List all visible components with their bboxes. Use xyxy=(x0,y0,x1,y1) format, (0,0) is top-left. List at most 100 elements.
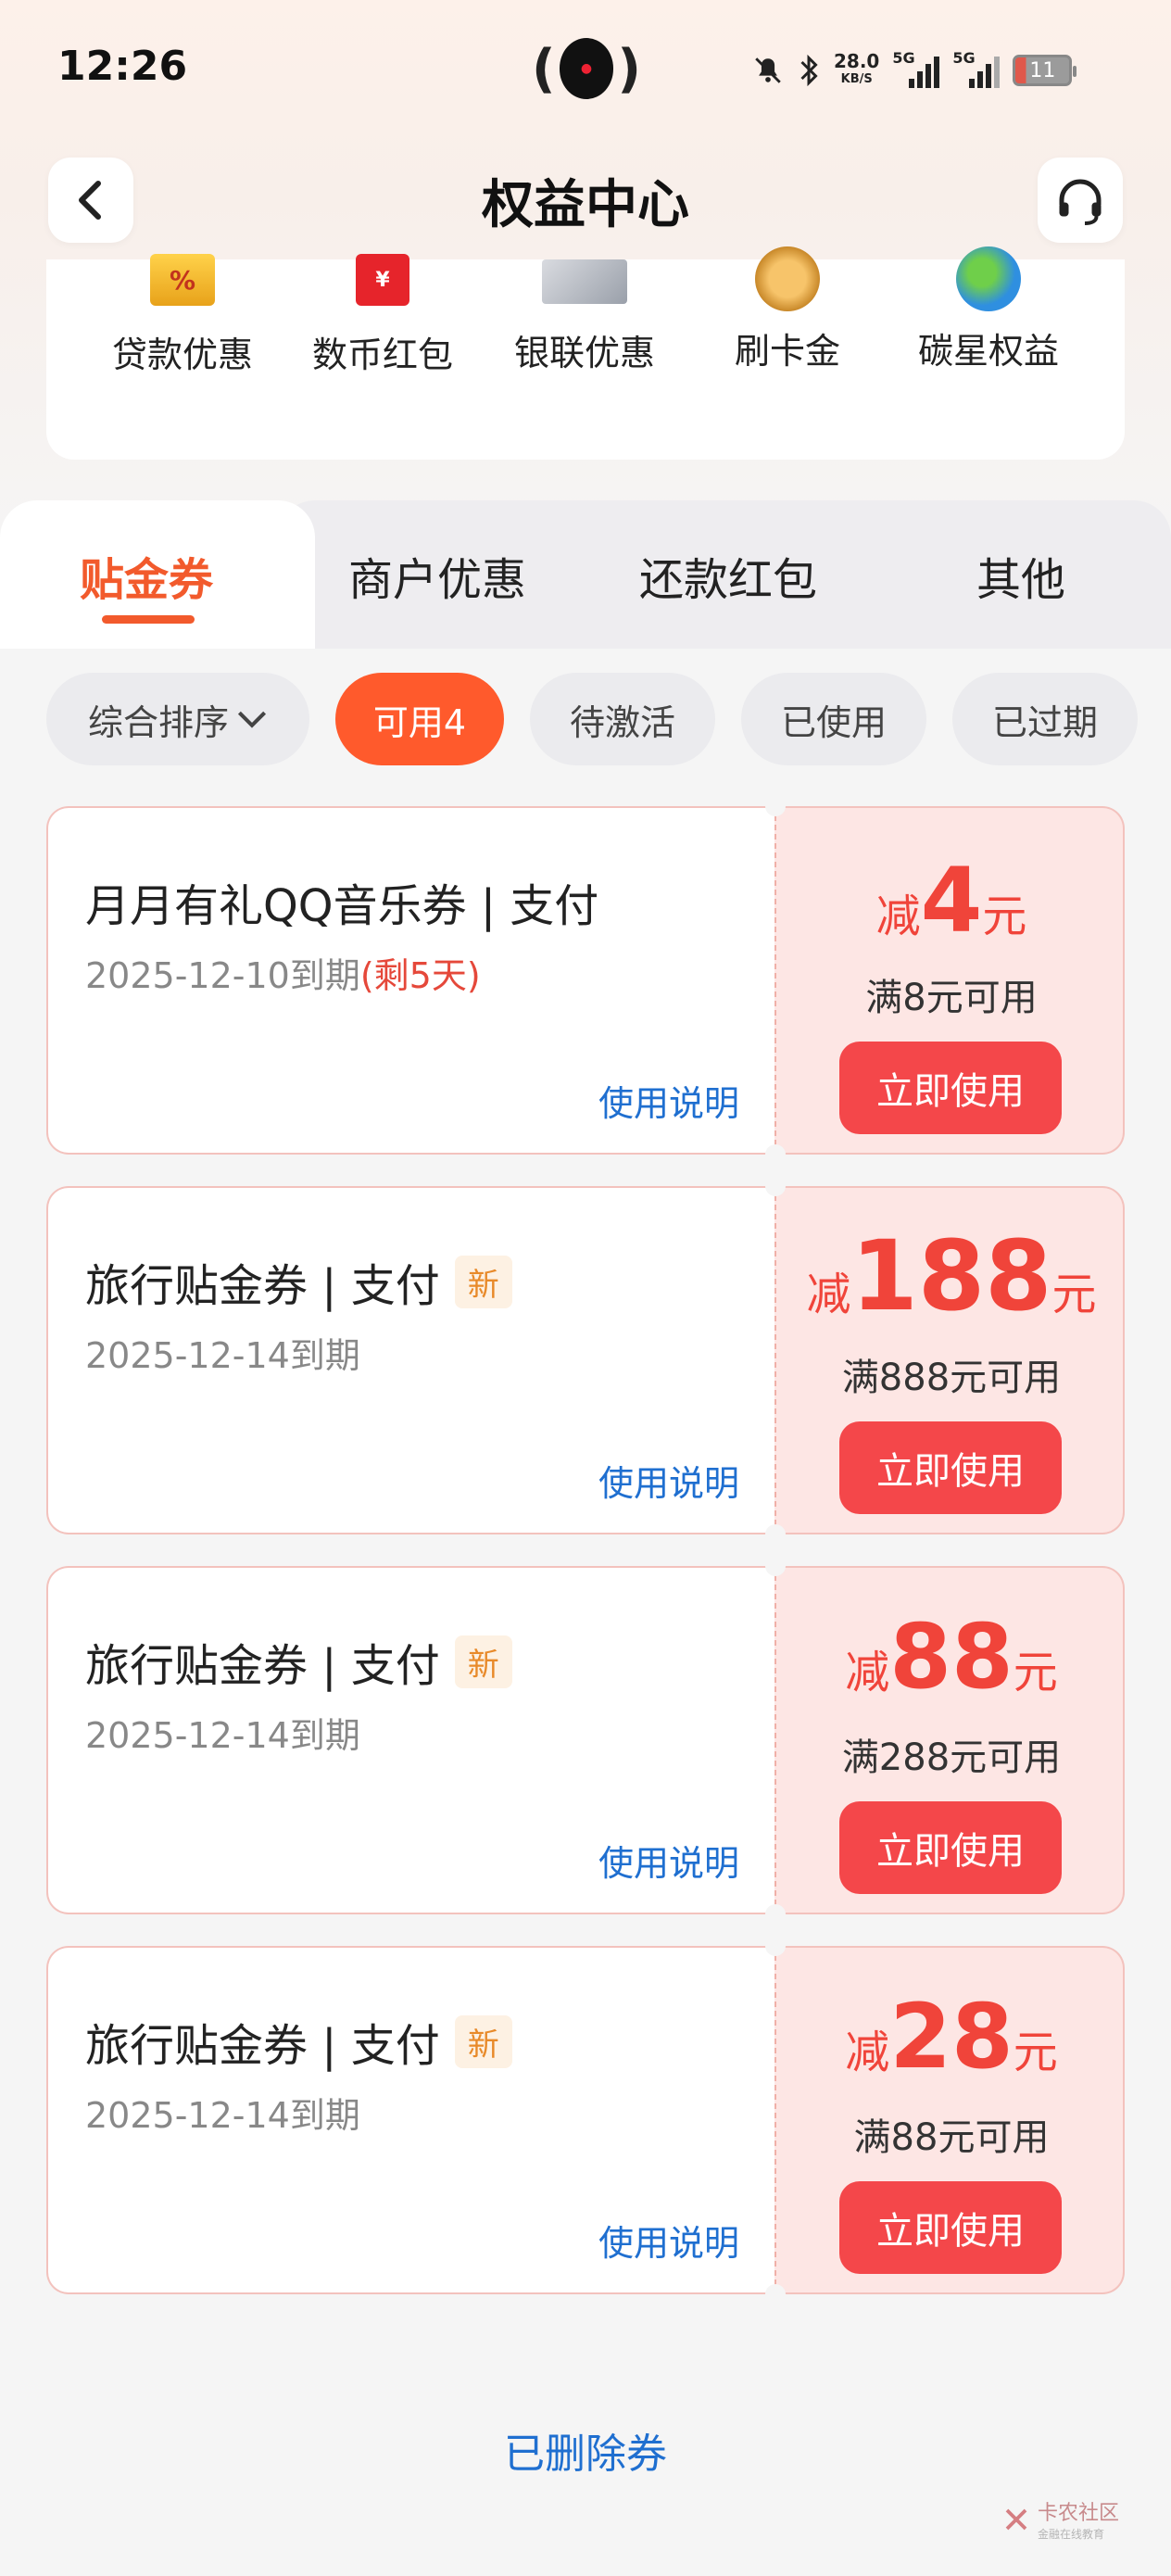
coupon-notch-bottom xyxy=(765,1524,786,1545)
signal1-label: 5G xyxy=(892,49,915,67)
coupon-expiry-date: 2025-12-14到期 xyxy=(85,2095,360,2136)
amount-unit: 元 xyxy=(1051,1269,1097,1320)
quick-link-label: 数币红包 xyxy=(311,335,453,375)
coupon-title: 旅行贴金券 | 支付新 xyxy=(85,1629,512,1694)
coupon-condition: 满8元可用 xyxy=(865,977,1038,1019)
deleted-coupons-label: 已删除券 xyxy=(504,2431,667,2478)
use-now-button[interactable]: 立即使用 xyxy=(839,1421,1062,1514)
coupon-info: 旅行贴金券 | 支付新 2025-12-14到期 使用说明 xyxy=(46,1566,774,1914)
new-badge: 新 xyxy=(454,2014,512,2068)
quick-link-loan[interactable]: % 贷款优惠 xyxy=(81,254,284,377)
quick-link-carbon[interactable]: 碳星权益 xyxy=(887,246,1090,373)
use-now-button[interactable]: 立即使用 xyxy=(839,1801,1062,1894)
coupon-title: 月月有礼QQ音乐券 | 支付 xyxy=(85,869,598,934)
quick-link-digital-currency[interactable]: ¥ 数币红包 xyxy=(281,254,485,377)
amount-value: 88 xyxy=(889,1605,1014,1709)
speed-value: 28.0 xyxy=(834,50,880,72)
coupon-value-panel: 减 188 元 满888元可用 立即使用 xyxy=(774,1186,1125,1534)
coupon-card: 旅行贴金券 | 支付新 2025-12-14到期 使用说明 减 88 元 满288元… xyxy=(46,1556,1125,1925)
deleted-coupons-link[interactable]: 已删除券 xyxy=(0,2420,1171,2480)
coupon-notch-bottom xyxy=(765,1904,786,1925)
coupon-amount: 减4元 xyxy=(776,849,1127,953)
coupon-value-panel: 减4元 满8元可用 立即使用 xyxy=(774,806,1125,1155)
coupon-notch-top xyxy=(765,1556,786,1576)
coupon-amount: 减 88 元 xyxy=(776,1605,1127,1709)
coupon-notch-bottom xyxy=(765,2284,786,2305)
watermark-name: 卡农社区 xyxy=(1038,2502,1120,2525)
usage-instructions-link[interactable]: 使用说明 xyxy=(598,2215,739,2266)
coupon-value-panel: 减 28 元 满88元可用 立即使用 xyxy=(774,1946,1125,2294)
usage-instructions-link[interactable]: 使用说明 xyxy=(598,1455,739,1506)
new-badge: 新 xyxy=(454,1255,512,1308)
chevron-down-icon xyxy=(237,711,267,728)
speed-unit: KB/S xyxy=(840,72,873,86)
new-badge: 新 xyxy=(454,1635,512,1688)
coupon-card: 旅行贴金券 | 支付新 2025-12-14到期 使用说明 减 188 元 满888… xyxy=(46,1176,1125,1545)
coupon-title: 旅行贴金券 | 支付新 xyxy=(85,2009,512,2074)
coupon-title: 旅行贴金券 | 支付新 xyxy=(85,1249,512,1314)
battery-level: 11 xyxy=(1029,58,1056,82)
tab-other[interactable]: 其他 xyxy=(976,543,1065,608)
percent-icon: % xyxy=(150,254,215,306)
amount-value: 188 xyxy=(850,1219,1052,1332)
coupon-notch-top xyxy=(765,796,786,816)
page-title: 权益中心 xyxy=(482,175,689,235)
tab-bonus-coupons[interactable]: 贴金券 xyxy=(80,543,213,608)
tab-repayment-red-packets[interactable]: 还款红包 xyxy=(639,543,817,608)
unionpay-card-icon xyxy=(542,259,627,304)
coupon-tabs: 贴金券 商户优惠 还款红包 其他 xyxy=(0,500,1171,649)
coupon-title-text: 旅行贴金券 | 支付 xyxy=(85,1260,440,1312)
tab-merchant-offers[interactable]: 商户优惠 xyxy=(348,543,526,608)
coupon-condition: 满288元可用 xyxy=(841,1736,1062,1779)
coupon-expiry: 2025-12-14到期 xyxy=(85,2087,360,2138)
coupon-expiry: 2025-12-10到期(剩5天) xyxy=(85,947,481,998)
quick-link-label: 碳星权益 xyxy=(917,331,1059,372)
network-speed: 28.0 KB/S xyxy=(834,52,879,89)
quick-links-card: % 贷款优惠 ¥ 数币红包 银联优惠 刷卡金 碳星权益 xyxy=(46,246,1125,460)
coupon-title-text: 旅行贴金券 | 支付 xyxy=(85,1640,440,1692)
mute-bell-icon xyxy=(755,57,781,83)
filter-used[interactable]: 已使用 xyxy=(741,673,926,765)
coupon-info: 月月有礼QQ音乐券 | 支付 2025-12-10到期(剩5天) 使用说明 xyxy=(46,806,774,1155)
dynamic-island: ( ● ) xyxy=(532,33,641,104)
use-now-button[interactable]: 立即使用 xyxy=(839,1042,1062,1134)
amount-unit: 元 xyxy=(1013,2027,1058,2078)
coupon-amount: 减 28 元 xyxy=(776,1985,1127,2089)
usage-instructions-link[interactable]: 使用说明 xyxy=(598,1835,739,1886)
usage-instructions-link[interactable]: 使用说明 xyxy=(598,1075,739,1126)
filter-available[interactable]: 可用4 xyxy=(335,673,504,765)
island-right-bracket: ) xyxy=(617,38,641,99)
filter-expired[interactable]: 已过期 xyxy=(952,673,1138,765)
sort-dropdown[interactable]: 综合排序 xyxy=(46,673,309,765)
coupon-expiry-date: 2025-12-14到期 xyxy=(85,1335,360,1376)
coupon-card: 旅行贴金券 | 支付新 2025-12-14到期 使用说明 减 28 元 满88元可… xyxy=(46,1936,1125,2305)
use-now-button[interactable]: 立即使用 xyxy=(839,2181,1062,2274)
coupon-amount: 减 188 元 xyxy=(776,1219,1127,1332)
amount-prefix: 减 xyxy=(845,2027,890,2078)
quick-link-card-gold[interactable]: 刷卡金 xyxy=(686,246,889,373)
quick-link-unionpay[interactable]: 银联优惠 xyxy=(483,259,686,375)
coupon-condition: 满888元可用 xyxy=(841,1357,1062,1399)
sort-label: 综合排序 xyxy=(87,701,229,743)
island-avatar-icon: ● xyxy=(559,38,614,99)
coupon-remaining-days: (剩5天) xyxy=(359,955,481,996)
customer-service-button[interactable] xyxy=(1038,158,1123,243)
coupon-expiry: 2025-12-14到期 xyxy=(85,1707,360,1758)
coupon-expiry-date: 2025-12-10到期 xyxy=(85,955,360,996)
kanong-logo-icon xyxy=(1005,2508,1027,2530)
amount-value: 4 xyxy=(920,849,983,953)
filter-pending-activation[interactable]: 待激活 xyxy=(530,673,715,765)
coupon-condition: 满88元可用 xyxy=(853,2116,1050,2159)
island-left-bracket: ( xyxy=(532,38,556,99)
watermark-sub: 金融在线教育 xyxy=(1038,2528,1105,2541)
coupon-notch-bottom xyxy=(765,1144,786,1165)
status-time: 12:26 xyxy=(57,43,188,90)
signal-bars-2-icon: 5G xyxy=(952,49,1001,88)
quick-link-label: 银联优惠 xyxy=(513,333,655,373)
status-icons: 28.0 KB/S 5G 5G 11 xyxy=(752,43,1077,98)
coupon-value-panel: 减 88 元 满288元可用 立即使用 xyxy=(774,1566,1125,1914)
globe-icon xyxy=(956,246,1021,311)
coupon-expiry-date: 2025-12-14到期 xyxy=(85,1715,360,1756)
coupon-title-text: 旅行贴金券 | 支付 xyxy=(85,2020,440,2072)
quick-link-label: 贷款优惠 xyxy=(111,335,253,375)
